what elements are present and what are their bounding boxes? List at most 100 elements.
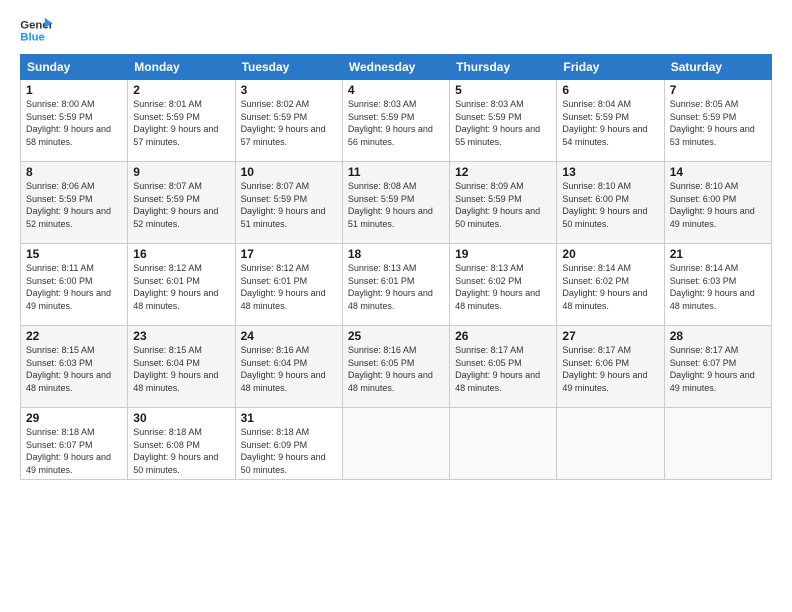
- calendar-cell: 13Sunrise: 8:10 AMSunset: 6:00 PMDayligh…: [557, 162, 664, 244]
- day-info: Sunrise: 8:15 AMSunset: 6:03 PMDaylight:…: [26, 344, 122, 394]
- calendar-cell: 11Sunrise: 8:08 AMSunset: 5:59 PMDayligh…: [342, 162, 449, 244]
- day-info: Sunrise: 8:06 AMSunset: 5:59 PMDaylight:…: [26, 180, 122, 230]
- calendar-cell: 14Sunrise: 8:10 AMSunset: 6:00 PMDayligh…: [664, 162, 771, 244]
- calendar-cell: 30Sunrise: 8:18 AMSunset: 6:08 PMDayligh…: [128, 408, 235, 480]
- day-number: 10: [241, 165, 337, 179]
- day-number: 24: [241, 329, 337, 343]
- weekday-header-tuesday: Tuesday: [235, 55, 342, 80]
- day-info: Sunrise: 8:07 AMSunset: 5:59 PMDaylight:…: [241, 180, 337, 230]
- calendar-cell: 4Sunrise: 8:03 AMSunset: 5:59 PMDaylight…: [342, 80, 449, 162]
- day-number: 25: [348, 329, 444, 343]
- weekday-header-thursday: Thursday: [450, 55, 557, 80]
- calendar-cell: 20Sunrise: 8:14 AMSunset: 6:02 PMDayligh…: [557, 244, 664, 326]
- day-info: Sunrise: 8:11 AMSunset: 6:00 PMDaylight:…: [26, 262, 122, 312]
- day-info: Sunrise: 8:12 AMSunset: 6:01 PMDaylight:…: [241, 262, 337, 312]
- calendar-cell: 5Sunrise: 8:03 AMSunset: 5:59 PMDaylight…: [450, 80, 557, 162]
- day-number: 3: [241, 83, 337, 97]
- day-number: 11: [348, 165, 444, 179]
- day-info: Sunrise: 8:18 AMSunset: 6:09 PMDaylight:…: [241, 426, 337, 476]
- calendar-cell: 27Sunrise: 8:17 AMSunset: 6:06 PMDayligh…: [557, 326, 664, 408]
- day-info: Sunrise: 8:14 AMSunset: 6:02 PMDaylight:…: [562, 262, 658, 312]
- day-info: Sunrise: 8:16 AMSunset: 6:04 PMDaylight:…: [241, 344, 337, 394]
- logo: General Blue: [20, 16, 52, 44]
- calendar-cell: [557, 408, 664, 480]
- day-info: Sunrise: 8:14 AMSunset: 6:03 PMDaylight:…: [670, 262, 766, 312]
- day-info: Sunrise: 8:03 AMSunset: 5:59 PMDaylight:…: [455, 98, 551, 148]
- day-number: 21: [670, 247, 766, 261]
- day-info: Sunrise: 8:03 AMSunset: 5:59 PMDaylight:…: [348, 98, 444, 148]
- calendar-cell: 23Sunrise: 8:15 AMSunset: 6:04 PMDayligh…: [128, 326, 235, 408]
- day-info: Sunrise: 8:17 AMSunset: 6:06 PMDaylight:…: [562, 344, 658, 394]
- calendar-cell: [450, 408, 557, 480]
- day-info: Sunrise: 8:18 AMSunset: 6:07 PMDaylight:…: [26, 426, 122, 476]
- weekday-header-saturday: Saturday: [664, 55, 771, 80]
- day-number: 18: [348, 247, 444, 261]
- day-number: 12: [455, 165, 551, 179]
- weekday-header-wednesday: Wednesday: [342, 55, 449, 80]
- day-info: Sunrise: 8:13 AMSunset: 6:02 PMDaylight:…: [455, 262, 551, 312]
- day-info: Sunrise: 8:01 AMSunset: 5:59 PMDaylight:…: [133, 98, 229, 148]
- day-info: Sunrise: 8:08 AMSunset: 5:59 PMDaylight:…: [348, 180, 444, 230]
- day-info: Sunrise: 8:16 AMSunset: 6:05 PMDaylight:…: [348, 344, 444, 394]
- day-number: 6: [562, 83, 658, 97]
- day-info: Sunrise: 8:05 AMSunset: 5:59 PMDaylight:…: [670, 98, 766, 148]
- calendar-cell: 12Sunrise: 8:09 AMSunset: 5:59 PMDayligh…: [450, 162, 557, 244]
- calendar-cell: 25Sunrise: 8:16 AMSunset: 6:05 PMDayligh…: [342, 326, 449, 408]
- day-number: 7: [670, 83, 766, 97]
- weekday-header-friday: Friday: [557, 55, 664, 80]
- day-info: Sunrise: 8:00 AMSunset: 5:59 PMDaylight:…: [26, 98, 122, 148]
- calendar-cell: 16Sunrise: 8:12 AMSunset: 6:01 PMDayligh…: [128, 244, 235, 326]
- calendar-cell: 2Sunrise: 8:01 AMSunset: 5:59 PMDaylight…: [128, 80, 235, 162]
- weekday-header-monday: Monday: [128, 55, 235, 80]
- day-info: Sunrise: 8:02 AMSunset: 5:59 PMDaylight:…: [241, 98, 337, 148]
- day-number: 2: [133, 83, 229, 97]
- day-number: 27: [562, 329, 658, 343]
- svg-text:Blue: Blue: [20, 32, 45, 44]
- day-number: 9: [133, 165, 229, 179]
- calendar-page: General Blue SundayMondayTuesdayWednesda…: [0, 0, 792, 612]
- day-number: 19: [455, 247, 551, 261]
- day-info: Sunrise: 8:18 AMSunset: 6:08 PMDaylight:…: [133, 426, 229, 476]
- calendar-cell: 1Sunrise: 8:00 AMSunset: 5:59 PMDaylight…: [21, 80, 128, 162]
- day-number: 20: [562, 247, 658, 261]
- day-number: 16: [133, 247, 229, 261]
- day-info: Sunrise: 8:10 AMSunset: 6:00 PMDaylight:…: [562, 180, 658, 230]
- calendar-table: SundayMondayTuesdayWednesdayThursdayFrid…: [20, 54, 772, 480]
- day-info: Sunrise: 8:07 AMSunset: 5:59 PMDaylight:…: [133, 180, 229, 230]
- day-number: 4: [348, 83, 444, 97]
- calendar-cell: [664, 408, 771, 480]
- calendar-cell: 19Sunrise: 8:13 AMSunset: 6:02 PMDayligh…: [450, 244, 557, 326]
- calendar-cell: [342, 408, 449, 480]
- day-number: 23: [133, 329, 229, 343]
- day-info: Sunrise: 8:13 AMSunset: 6:01 PMDaylight:…: [348, 262, 444, 312]
- day-info: Sunrise: 8:15 AMSunset: 6:04 PMDaylight:…: [133, 344, 229, 394]
- day-number: 15: [26, 247, 122, 261]
- day-number: 8: [26, 165, 122, 179]
- calendar-cell: 10Sunrise: 8:07 AMSunset: 5:59 PMDayligh…: [235, 162, 342, 244]
- calendar-cell: 9Sunrise: 8:07 AMSunset: 5:59 PMDaylight…: [128, 162, 235, 244]
- day-info: Sunrise: 8:17 AMSunset: 6:05 PMDaylight:…: [455, 344, 551, 394]
- calendar-cell: 29Sunrise: 8:18 AMSunset: 6:07 PMDayligh…: [21, 408, 128, 480]
- calendar-cell: 21Sunrise: 8:14 AMSunset: 6:03 PMDayligh…: [664, 244, 771, 326]
- day-number: 22: [26, 329, 122, 343]
- day-number: 31: [241, 411, 337, 425]
- day-number: 26: [455, 329, 551, 343]
- calendar-cell: 18Sunrise: 8:13 AMSunset: 6:01 PMDayligh…: [342, 244, 449, 326]
- day-info: Sunrise: 8:09 AMSunset: 5:59 PMDaylight:…: [455, 180, 551, 230]
- day-number: 30: [133, 411, 229, 425]
- day-number: 1: [26, 83, 122, 97]
- calendar-cell: 15Sunrise: 8:11 AMSunset: 6:00 PMDayligh…: [21, 244, 128, 326]
- calendar-cell: 17Sunrise: 8:12 AMSunset: 6:01 PMDayligh…: [235, 244, 342, 326]
- day-number: 28: [670, 329, 766, 343]
- day-info: Sunrise: 8:04 AMSunset: 5:59 PMDaylight:…: [562, 98, 658, 148]
- day-info: Sunrise: 8:12 AMSunset: 6:01 PMDaylight:…: [133, 262, 229, 312]
- calendar-cell: 28Sunrise: 8:17 AMSunset: 6:07 PMDayligh…: [664, 326, 771, 408]
- day-number: 13: [562, 165, 658, 179]
- day-number: 29: [26, 411, 122, 425]
- weekday-header-row: SundayMondayTuesdayWednesdayThursdayFrid…: [21, 55, 772, 80]
- day-info: Sunrise: 8:17 AMSunset: 6:07 PMDaylight:…: [670, 344, 766, 394]
- calendar-cell: 22Sunrise: 8:15 AMSunset: 6:03 PMDayligh…: [21, 326, 128, 408]
- calendar-cell: 8Sunrise: 8:06 AMSunset: 5:59 PMDaylight…: [21, 162, 128, 244]
- header: General Blue: [20, 16, 772, 44]
- calendar-cell: 31Sunrise: 8:18 AMSunset: 6:09 PMDayligh…: [235, 408, 342, 480]
